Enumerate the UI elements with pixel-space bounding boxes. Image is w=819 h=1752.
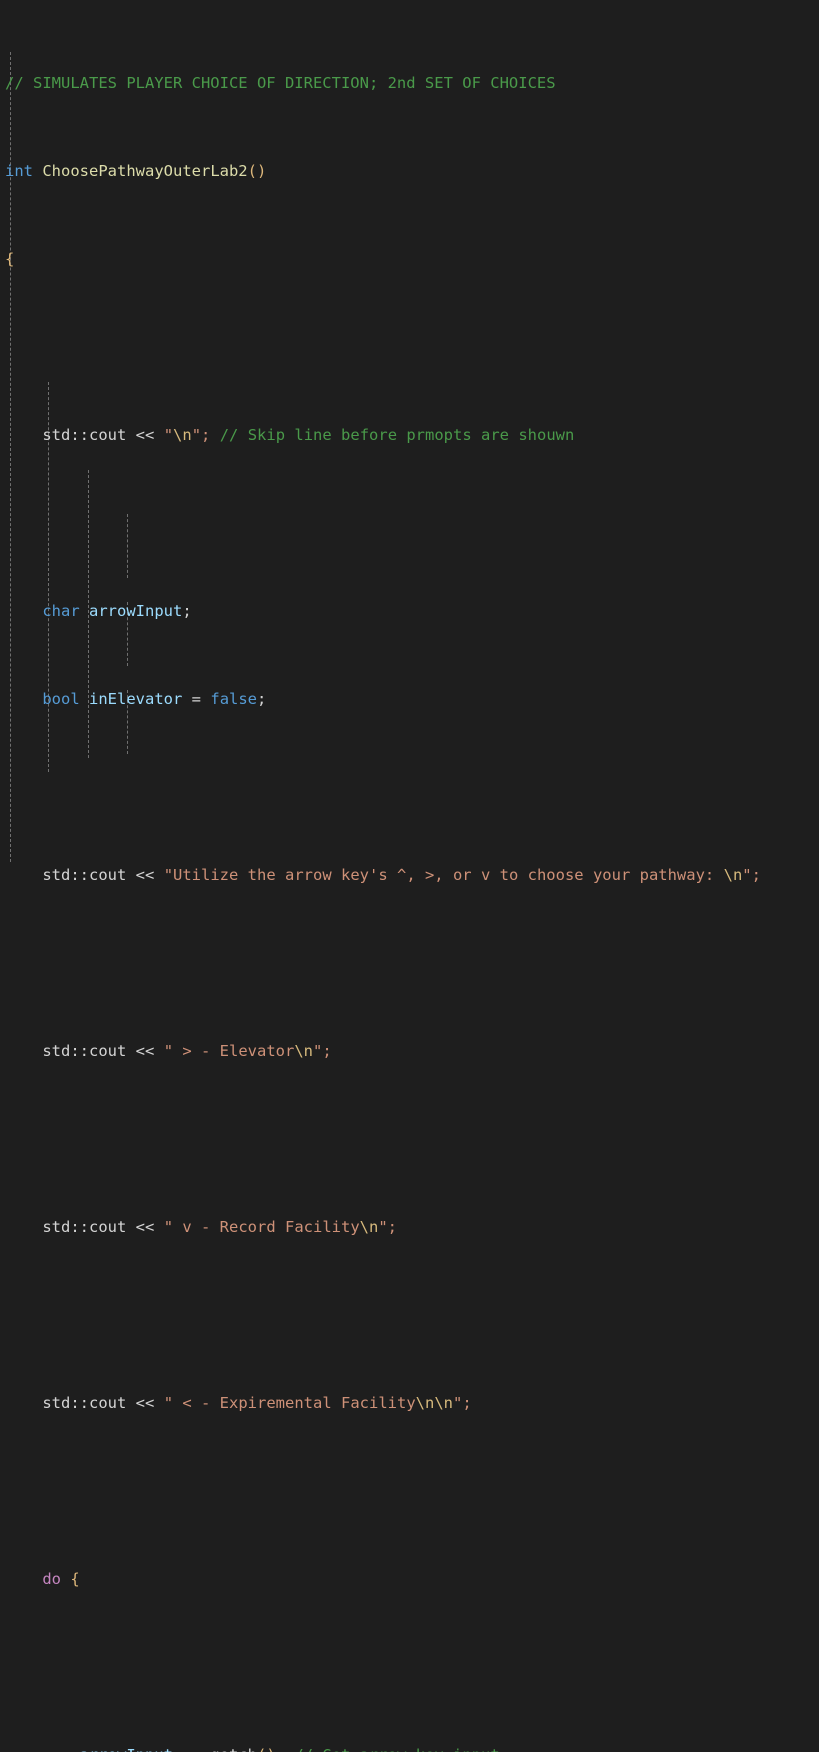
- escape-token: \n: [294, 1042, 314, 1060]
- do-keyword-token: do: [42, 1570, 61, 1588]
- cout-token: std::cout: [42, 1042, 127, 1060]
- code-line-6-blank: [0, 512, 819, 534]
- assign-operator-token: =: [191, 690, 202, 708]
- code-line-14: std::cout << " v - Record Facility\n";: [0, 1216, 819, 1238]
- code-line-2: int ChoosePathwayOuterLab2(): [0, 160, 819, 182]
- escape-token: \n: [723, 866, 743, 884]
- function-name-token: ChoosePathwayOuterLab2: [42, 162, 248, 180]
- paren-token: (): [247, 162, 267, 180]
- type-token: char: [42, 602, 80, 620]
- type-token: int: [5, 162, 33, 180]
- brace-open-token: {: [5, 250, 15, 268]
- function-call-token: _getch: [201, 1746, 257, 1752]
- code-line-9-blank: [0, 776, 819, 798]
- paren-token: ();: [257, 1746, 285, 1752]
- code-line-5: std::cout << "\n"; // Skip line before p…: [0, 424, 819, 446]
- code-line-12: std::cout << " > - Elevator\n";: [0, 1040, 819, 1062]
- variable-token: inElevator: [89, 690, 183, 708]
- shift-operator-token: <<: [135, 426, 155, 444]
- string-token: " < - Expiremental Facility: [163, 1394, 416, 1412]
- code-line-15-blank: [0, 1304, 819, 1326]
- code-line-16: std::cout << " < - Expiremental Facility…: [0, 1392, 819, 1414]
- code-line-4-blank: [0, 336, 819, 358]
- string-token: ": [163, 426, 174, 444]
- semicolon-token: ;: [257, 690, 267, 708]
- string-end-token: ";: [742, 866, 761, 884]
- string-token: "Utilize the arrow key's ^, >, or v to c…: [163, 866, 724, 884]
- string-token: " v - Record Facility: [163, 1218, 360, 1236]
- brace-open-token: {: [70, 1570, 80, 1588]
- escape-token: \n\n: [415, 1394, 453, 1412]
- code-line-7: char arrowInput;: [0, 600, 819, 622]
- semicolon-token: ;: [182, 602, 192, 620]
- code-line-11-blank: [0, 952, 819, 974]
- cout-token: std::cout: [42, 866, 127, 884]
- string-token: " > - Elevator: [163, 1042, 295, 1060]
- string-end-token: ";: [191, 426, 211, 444]
- cout-token: std::cout: [42, 1218, 127, 1236]
- code-line-20: arrowInput = _getch(); // Get arrow key …: [0, 1744, 819, 1752]
- string-end-token: ";: [313, 1042, 332, 1060]
- code-line-19-blank: [0, 1656, 819, 1678]
- cout-token: std::cout: [42, 1394, 127, 1412]
- escape-token: \n: [173, 426, 192, 444]
- code-editor-pane[interactable]: // SIMULATES PLAYER CHOICE OF DIRECTION;…: [0, 0, 819, 1752]
- code-content[interactable]: // SIMULATES PLAYER CHOICE OF DIRECTION;…: [0, 6, 819, 1752]
- string-end-token: ";: [378, 1218, 397, 1236]
- string-end-token: ";: [452, 1394, 472, 1412]
- assign-operator-token: =: [182, 1746, 191, 1752]
- shift-operator-token: <<: [135, 1218, 155, 1236]
- code-line-1: // SIMULATES PLAYER CHOICE OF DIRECTION;…: [0, 72, 819, 94]
- variable-token: arrowInput: [80, 1746, 173, 1752]
- escape-token: \n: [359, 1218, 379, 1236]
- code-line-3: {: [0, 248, 819, 270]
- shift-operator-token: <<: [135, 1394, 155, 1412]
- code-line-8: bool inElevator = false;: [0, 688, 819, 710]
- code-line-17-blank: [0, 1480, 819, 1502]
- comment-token: // Get arrow key input: [294, 1746, 499, 1752]
- code-line-13-blank: [0, 1128, 819, 1150]
- type-token: bool: [42, 690, 80, 708]
- comment-token: // Skip line before prmopts are shouwn: [219, 426, 575, 444]
- literal-token: false: [210, 690, 258, 708]
- cout-token: std::cout: [42, 426, 127, 444]
- code-line-10: std::cout << "Utilize the arrow key's ^,…: [0, 864, 819, 886]
- shift-operator-token: <<: [135, 1042, 155, 1060]
- code-line-18: do {: [0, 1568, 819, 1590]
- shift-operator-token: <<: [135, 866, 155, 884]
- variable-token: arrowInput: [89, 602, 183, 620]
- comment-token: // SIMULATES PLAYER CHOICE OF DIRECTION;…: [5, 74, 556, 92]
